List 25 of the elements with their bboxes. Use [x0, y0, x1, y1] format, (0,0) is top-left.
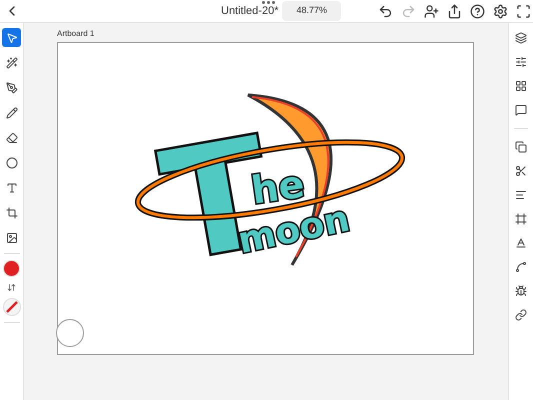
share-icon[interactable]	[447, 4, 462, 18]
sliders-icon[interactable]	[515, 56, 527, 68]
align-icon[interactable]	[515, 189, 527, 201]
copy-icon[interactable]	[515, 141, 527, 153]
scissors-icon[interactable]	[515, 165, 527, 177]
help-icon[interactable]	[470, 4, 485, 18]
type-icon[interactable]	[515, 237, 527, 249]
link-icon[interactable]	[515, 309, 527, 321]
bug-icon[interactable]	[515, 285, 527, 297]
stroke-swatch[interactable]	[2, 298, 20, 316]
frame-icon[interactable]	[516, 4, 531, 18]
selection-tool-icon[interactable]	[2, 28, 21, 47]
swap-icon[interactable]	[7, 283, 16, 292]
settings-icon[interactable]	[493, 4, 508, 18]
artboard-label: Artboard 1	[57, 29, 96, 39]
grid-icon[interactable]	[515, 80, 527, 92]
layers-icon[interactable]	[515, 32, 527, 44]
document-title[interactable]: Untitled-20*	[221, 2, 278, 20]
fill-swatch[interactable]	[3, 260, 20, 277]
curve-icon[interactable]	[515, 261, 527, 273]
frame-icon[interactable]	[515, 213, 527, 225]
zoom-level[interactable]: 48.77%	[282, 1, 342, 21]
undo-icon[interactable]	[378, 4, 393, 18]
comment-icon[interactable]	[515, 104, 527, 116]
invite-user-icon[interactable]	[424, 4, 439, 18]
